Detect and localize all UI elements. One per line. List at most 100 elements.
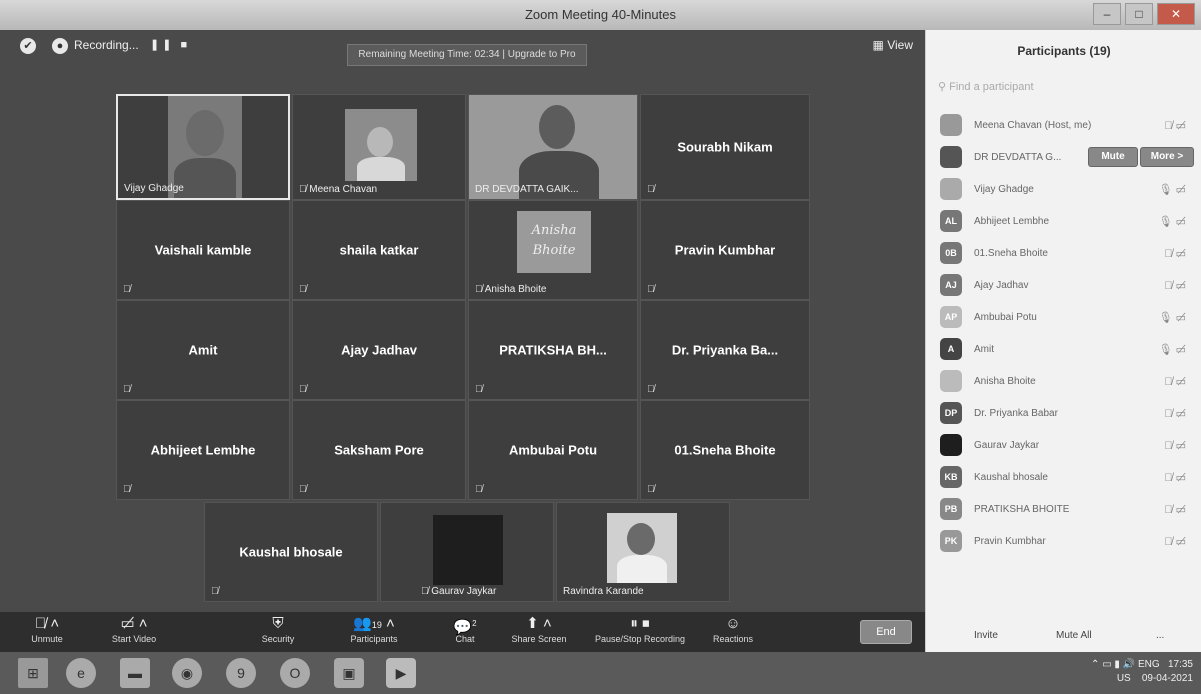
participant-name: Abhijeet Lembhe (974, 216, 1050, 227)
participant-row[interactable]: Meena Chavan (Host, me) 🎙̸ ▭̸ (926, 110, 1201, 142)
system-tray: ⌃ ▭ ▮ 🔊 ENG 17:35 US 09-04-2021 (1091, 658, 1193, 686)
end-meeting-button[interactable]: End (860, 620, 912, 644)
opera-icon[interactable]: O (280, 658, 310, 688)
pause-stop-recording-button[interactable]: ⏸ ⏹ Pause/Stop Recording (584, 612, 696, 652)
clock-date[interactable]: 09-04-2021 (1142, 673, 1193, 684)
participant-row[interactable]: DR DEVDATTA G... Mute More > (926, 142, 1201, 174)
video-tile-ajay[interactable]: Ajay Jadhav 🎙̸ (292, 300, 466, 400)
media-player-icon[interactable]: ◉ (172, 658, 202, 688)
tile-name-center: Ambubai Potu (508, 442, 598, 458)
share-screen-button[interactable]: ⬆ ˄ Share Screen (504, 612, 574, 652)
chat-button[interactable]: 💬2 Chat (440, 612, 490, 652)
video-tile-gaurav[interactable]: 🎙̸ Gaurav Jaykar (380, 502, 554, 602)
window-title-bar: Zoom Meeting 40-Minutes – □ ✕ (0, 0, 1201, 30)
video-tile-ambubai[interactable]: Ambubai Potu 🎙̸ (468, 400, 638, 500)
participant-name: Vijay Ghadge (974, 184, 1034, 195)
shield-icon[interactable]: ✔ (20, 38, 36, 54)
language-indicator[interactable]: ENG (1138, 659, 1160, 670)
zoom-icon[interactable]: ▶ (386, 658, 416, 688)
participant-name: Pravin Kumbhar (974, 536, 1046, 547)
participant-name: Kaushal bhosale (974, 472, 1048, 483)
video-tile-shaila[interactable]: shaila katkar 🎙̸ (292, 200, 466, 300)
more-options-button[interactable]: ... (1156, 630, 1164, 641)
participant-row[interactable]: DP Dr. Priyanka Babar 🎙̸ ▭̸ (926, 398, 1201, 430)
video-tile-ravindra[interactable]: Ravindra Karande (556, 502, 730, 602)
invite-button[interactable]: Invite (974, 630, 998, 641)
participant-row[interactable]: A Amit 🎙 ▭̸ (926, 334, 1201, 366)
tile-name-label: Ravindra Karande (563, 586, 644, 597)
video-tile-sourabh[interactable]: Sourabh Nikam 🎙̸ (640, 94, 810, 200)
video-tile-meena[interactable]: 🎙̸ Meena Chavan (292, 94, 466, 200)
mute-button[interactable]: Mute (1088, 147, 1138, 167)
video-tile-priyanka[interactable]: Dr. Priyanka Ba... 🎙̸ (640, 300, 810, 400)
unmute-button[interactable]: 🎙̸ ˄ Unmute (20, 612, 74, 652)
tray-top: ⌃ ▭ ▮ 🔊 ENG 17:35 (1091, 658, 1193, 672)
clock-time[interactable]: 17:35 (1168, 659, 1193, 670)
participant-search-input[interactable]: ⚲ Find a participant (938, 76, 1188, 98)
remaining-time-banner[interactable]: Remaining Meeting Time: 02:34 | Upgrade … (347, 44, 587, 66)
view-button[interactable]: ▦ View (873, 38, 913, 52)
video-tile-devdatta[interactable]: DR DEVDATTA GAIK... (468, 94, 638, 200)
participant-row[interactable]: PB PRATIKSHA BHOITE 🎙̸ ▭̸ (926, 494, 1201, 526)
video-tile-amit[interactable]: Amit 🎙̸ (116, 300, 290, 400)
office-icon[interactable]: ▣ (334, 658, 364, 688)
close-button[interactable]: ✕ (1157, 3, 1195, 25)
start-video-button[interactable]: ▭̸ ˄ Start Video (96, 612, 172, 652)
browser-icon[interactable]: 9 (226, 658, 256, 688)
internet-explorer-icon[interactable]: e (66, 658, 96, 688)
avatar (940, 434, 962, 456)
video-tile-pratiksha[interactable]: PRATIKSHA BH... 🎙̸ (468, 300, 638, 400)
video-tile-vaishali[interactable]: Vaishali kamble 🎙̸ (116, 200, 290, 300)
video-tile-sneha[interactable]: 01.Sneha Bhoite 🎙̸ (640, 400, 810, 500)
more-button[interactable]: More > (1140, 147, 1194, 167)
tile-name-center: Dr. Priyanka Ba... (671, 342, 779, 358)
video-tile-kaushal[interactable]: Kaushal bhosale 🎙̸ (204, 502, 378, 602)
video-tile-anisha[interactable]: Anisha Bhoite 🎙̸ Anisha Bhoite (468, 200, 638, 300)
avatar: DP (940, 402, 962, 424)
participant-row[interactable]: AL Abhijeet Lembhe 🎙 ▭̸ (926, 206, 1201, 238)
avatar: PB (940, 498, 962, 520)
region-indicator: US (1116, 673, 1131, 684)
chat-icon: 💬2 (453, 619, 477, 636)
tile-name-center: Saksham Pore (334, 442, 424, 458)
participants-count: 19 (371, 620, 382, 630)
mic-video-status-icon: 🎙̸ ▭̸ (1164, 504, 1186, 516)
participant-row[interactable]: AJ Ajay Jadhav 🎙̸ ▭̸ (926, 270, 1201, 302)
video-tile-abhijeet[interactable]: Abhijeet Lembhe 🎙̸ (116, 400, 290, 500)
video-tile-vijay[interactable]: Vijay Ghadge (116, 94, 290, 200)
video-tile-pravin[interactable]: Pravin Kumbhar 🎙̸ (640, 200, 810, 300)
participants-button[interactable]: 👥19 ˄ Participants (334, 612, 414, 652)
mic-muted-icon: 🎙̸ (475, 384, 483, 395)
mic-video-status-icon: 🎙̸ ▭̸ (1164, 120, 1186, 132)
reactions-label: Reactions (712, 634, 754, 644)
participant-name: Ambubai Potu (974, 312, 1037, 323)
participant-row[interactable]: AP Ambubai Potu 🎙 ▭̸ (926, 302, 1201, 334)
grid-icon: ▦ (872, 38, 888, 52)
participant-row[interactable]: 0B 01.Sneha Bhoite 🎙̸ ▭̸ (926, 238, 1201, 270)
avatar: 0B (940, 242, 962, 264)
tile-name-text: Anisha Bhoite (484, 284, 547, 295)
mic-muted-icon: 🎙̸ (647, 384, 655, 395)
file-explorer-icon[interactable]: ▬ (120, 658, 150, 688)
avatar: AL (940, 210, 962, 232)
mic-video-status-icon: 🎙̸ ▭̸ (1164, 376, 1186, 388)
reactions-button[interactable]: ☺ Reactions (706, 612, 760, 652)
participant-row[interactable]: Anisha Bhoite 🎙̸ ▭̸ (926, 366, 1201, 398)
mute-all-button[interactable]: Mute All (1056, 630, 1092, 641)
participant-row[interactable]: Gaurav Jaykar 🎙̸ ▭̸ (926, 430, 1201, 462)
participant-row[interactable]: PK Pravin Kumbhar 🎙̸ ▭̸ (926, 526, 1201, 558)
recording-controls[interactable]: ❚❚ ■ (150, 38, 190, 51)
tile-name-center: 01.Sneha Bhoite (674, 442, 776, 458)
body-shape (357, 157, 405, 181)
maximize-button[interactable]: □ (1125, 3, 1153, 25)
mic-muted-icon: 🎙̸ (299, 384, 307, 395)
mic-muted-icon: 🎙̸ (299, 484, 307, 495)
video-tile-saksham[interactable]: Saksham Pore 🎙̸ (292, 400, 466, 500)
participant-row[interactable]: KB Kaushal bhosale 🎙̸ ▭̸ (926, 462, 1201, 494)
security-button[interactable]: ⛨ Security (250, 612, 306, 652)
minimize-button[interactable]: – (1093, 3, 1121, 25)
participant-video (345, 109, 417, 181)
participant-name: 01.Sneha Bhoite (974, 248, 1048, 259)
participant-row[interactable]: Vijay Ghadge 🎙 ▭̸ (926, 174, 1201, 206)
windows-start-icon[interactable]: ⊞ (18, 658, 48, 688)
